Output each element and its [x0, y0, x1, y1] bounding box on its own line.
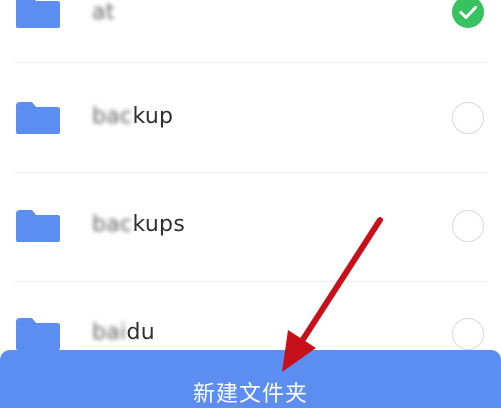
folder-row-backup[interactable]: backup — [0, 64, 501, 172]
folder-icon — [16, 210, 60, 242]
folder-select-checkbox[interactable] — [452, 0, 484, 28]
folder-name: baidu — [92, 320, 155, 345]
divider — [14, 62, 487, 63]
folder-select-checkbox[interactable] — [452, 318, 484, 350]
folder-icon — [16, 102, 60, 134]
new-folder-button[interactable]: 新建文件夹 — [0, 350, 501, 408]
folder-name: at — [92, 0, 115, 25]
folder-picker-screen: at backup backups baidu 新建文件夹 — [0, 0, 501, 408]
new-folder-button-label: 新建文件夹 — [192, 382, 308, 407]
folder-icon — [16, 318, 60, 350]
folder-select-checkbox[interactable] — [452, 102, 484, 134]
folder-name: backups — [92, 212, 186, 237]
folder-row-backups[interactable]: backups — [0, 172, 501, 280]
folder-select-checkbox[interactable] — [452, 210, 484, 242]
folder-row-at[interactable]: at — [0, 0, 501, 64]
folder-icon — [16, 0, 60, 28]
check-icon — [459, 6, 477, 19]
folder-name: backup — [92, 104, 174, 129]
